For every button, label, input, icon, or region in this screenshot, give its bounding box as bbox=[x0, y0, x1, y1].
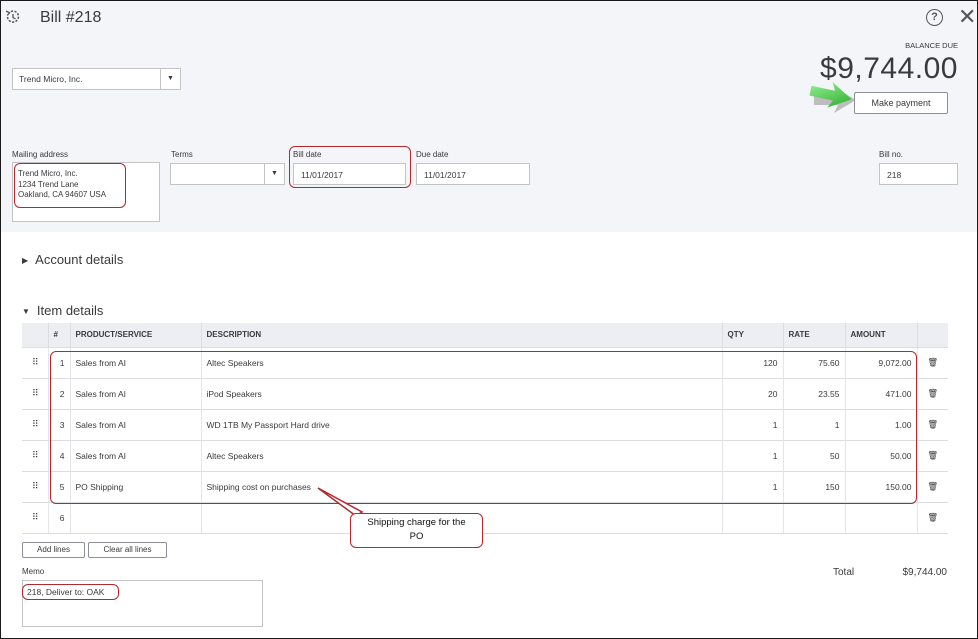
balance-due-label: BALANCE DUE bbox=[905, 41, 958, 50]
bill-no-label: Bill no. bbox=[879, 150, 904, 159]
column-header-description: DESCRIPTION bbox=[201, 323, 723, 347]
green-arrow-icon bbox=[809, 82, 856, 113]
trash-header bbox=[917, 323, 948, 347]
help-icon[interactable]: ? bbox=[926, 9, 943, 26]
chevron-down-icon[interactable]: ▼ bbox=[264, 164, 284, 184]
account-details-toggle[interactable]: ▶ Account details bbox=[22, 252, 123, 267]
trash-icon[interactable]: 🗑 bbox=[917, 501, 948, 534]
bill-no-field[interactable]: 218 bbox=[879, 163, 958, 185]
mailing-address-label: Mailing address bbox=[12, 150, 69, 159]
total-value: $9,744.00 bbox=[902, 567, 948, 578]
caret-right-icon: ▶ bbox=[22, 256, 29, 266]
drag-handle-icon[interactable]: ⠿ bbox=[22, 377, 49, 409]
row-rate[interactable] bbox=[783, 501, 846, 534]
trash-icon[interactable]: 🗑 bbox=[917, 439, 948, 471]
clear-all-lines-button[interactable]: Clear all lines bbox=[88, 542, 167, 558]
history-icon[interactable] bbox=[4, 8, 22, 26]
due-date-label: Due date bbox=[416, 150, 449, 159]
terms-label: Terms bbox=[171, 150, 193, 159]
annotation-highlight-items bbox=[50, 351, 917, 504]
account-details-label: Account details bbox=[35, 252, 124, 267]
column-header-product: PRODUCT/SERVICE bbox=[70, 323, 202, 347]
table-header-row: # PRODUCT/SERVICE DESCRIPTION QTY RATE A… bbox=[22, 323, 948, 347]
column-header-num: # bbox=[48, 323, 71, 347]
drag-handle-icon[interactable]: ⠿ bbox=[22, 346, 49, 378]
callout-line-2: PO bbox=[409, 531, 424, 542]
column-header-qty: QTY bbox=[722, 323, 784, 347]
trash-icon[interactable]: 🗑 bbox=[917, 346, 948, 378]
column-header-rate: RATE bbox=[783, 323, 846, 347]
add-lines-button[interactable]: Add lines bbox=[22, 542, 85, 558]
table-row[interactable]: ⠿ 6 🗑 bbox=[22, 501, 948, 534]
caret-down-icon: ▼ bbox=[22, 307, 30, 317]
row-num: 6 bbox=[48, 501, 71, 534]
terms-select[interactable]: ▼ bbox=[170, 163, 285, 185]
row-qty[interactable] bbox=[722, 501, 784, 534]
row-product[interactable] bbox=[70, 501, 202, 534]
callout-line-1: Shipping charge for the bbox=[367, 517, 466, 528]
drag-handle-icon[interactable]: ⠿ bbox=[22, 470, 49, 502]
shipping-callout: Shipping charge for the PO bbox=[350, 513, 483, 548]
trash-icon[interactable]: 🗑 bbox=[917, 408, 948, 440]
vendor-select[interactable]: Trend Micro, Inc. ▼ bbox=[12, 68, 181, 90]
annotation-highlight-address bbox=[14, 163, 126, 208]
item-details-toggle[interactable]: ▼ Item details bbox=[22, 303, 103, 318]
memo-label: Memo bbox=[22, 567, 45, 576]
drag-handle-icon[interactable]: ⠿ bbox=[22, 408, 49, 440]
chevron-down-icon[interactable]: ▼ bbox=[160, 69, 180, 89]
annotation-highlight-bill-date bbox=[289, 146, 411, 188]
due-date-field[interactable]: 11/01/2017 bbox=[416, 163, 530, 185]
make-payment-button[interactable]: Make payment bbox=[854, 92, 948, 114]
drag-handle-icon[interactable]: ⠿ bbox=[22, 439, 49, 471]
total-label: Total bbox=[833, 567, 855, 578]
drag-handle-icon[interactable]: ⠿ bbox=[22, 501, 49, 534]
close-icon[interactable]: ✕ bbox=[958, 6, 976, 28]
bill-no-value: 218 bbox=[887, 170, 902, 180]
due-date-value: 11/01/2017 bbox=[424, 170, 466, 180]
trash-icon[interactable]: 🗑 bbox=[917, 377, 948, 409]
trash-icon[interactable]: 🗑 bbox=[917, 470, 948, 502]
annotation-highlight-memo bbox=[22, 584, 119, 600]
page-title: Bill #218 bbox=[40, 9, 102, 26]
row-amount[interactable] bbox=[845, 501, 918, 534]
drag-header bbox=[22, 323, 49, 347]
vendor-value: Trend Micro, Inc. bbox=[19, 74, 83, 84]
column-header-amount: AMOUNT bbox=[845, 323, 918, 347]
item-details-label: Item details bbox=[36, 303, 104, 318]
